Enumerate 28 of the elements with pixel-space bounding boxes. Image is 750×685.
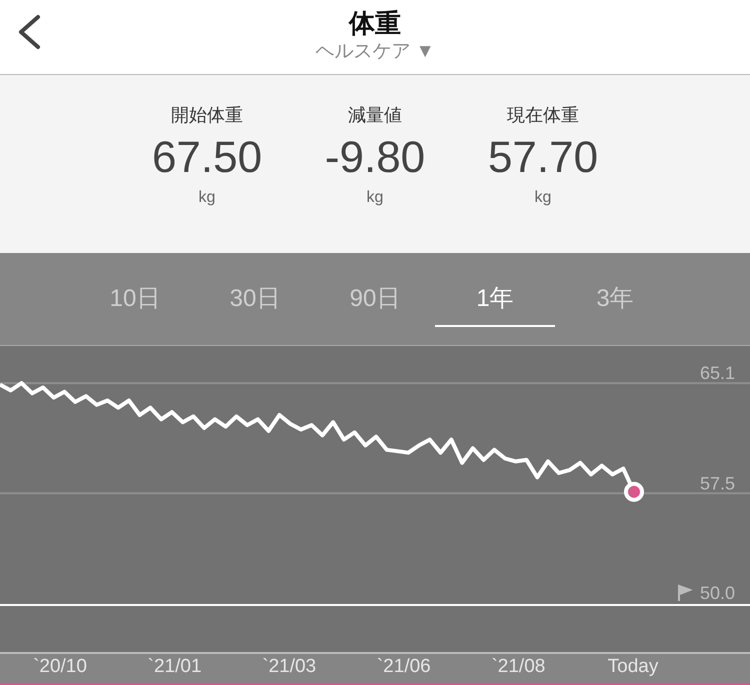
unit-label: kg: [366, 189, 384, 207]
axis-label: 57.5: [700, 473, 735, 494]
stat-label: 減量値: [348, 104, 402, 127]
axis-label: Today: [608, 656, 658, 678]
back-icon[interactable]: [16, 14, 42, 50]
unit-label: kg: [534, 189, 552, 207]
range-tab[interactable]: 3年: [555, 271, 675, 327]
axis-label: `21/03: [262, 656, 316, 678]
axis-label: `20/10: [33, 656, 87, 678]
stat-label: 開始体重: [171, 104, 243, 127]
range-tab[interactable]: 1年: [435, 271, 555, 327]
axis-label: `21/01: [148, 656, 202, 678]
range-tab[interactable]: 30日: [195, 271, 315, 327]
page-title: 体重: [349, 8, 401, 38]
current-point: [624, 482, 644, 502]
axis-label: `21/08: [491, 656, 546, 678]
range-tab[interactable]: 10日: [75, 271, 195, 327]
source-dropdown[interactable]: ヘルスケア ▼: [315, 38, 435, 66]
stat-value: 57.70: [488, 133, 598, 183]
unit-label: kg: [198, 189, 216, 207]
range-tab[interactable]: 90日: [315, 271, 435, 327]
flag-icon: [678, 584, 693, 602]
stat-value: 67.50: [152, 133, 262, 183]
axis-label: 65.1: [700, 363, 735, 384]
stat-label: 現在体重: [507, 104, 579, 127]
axis-label: `21/06: [376, 656, 431, 678]
stat-value: -9.80: [324, 133, 426, 183]
axis-label: 50.0: [700, 582, 735, 603]
